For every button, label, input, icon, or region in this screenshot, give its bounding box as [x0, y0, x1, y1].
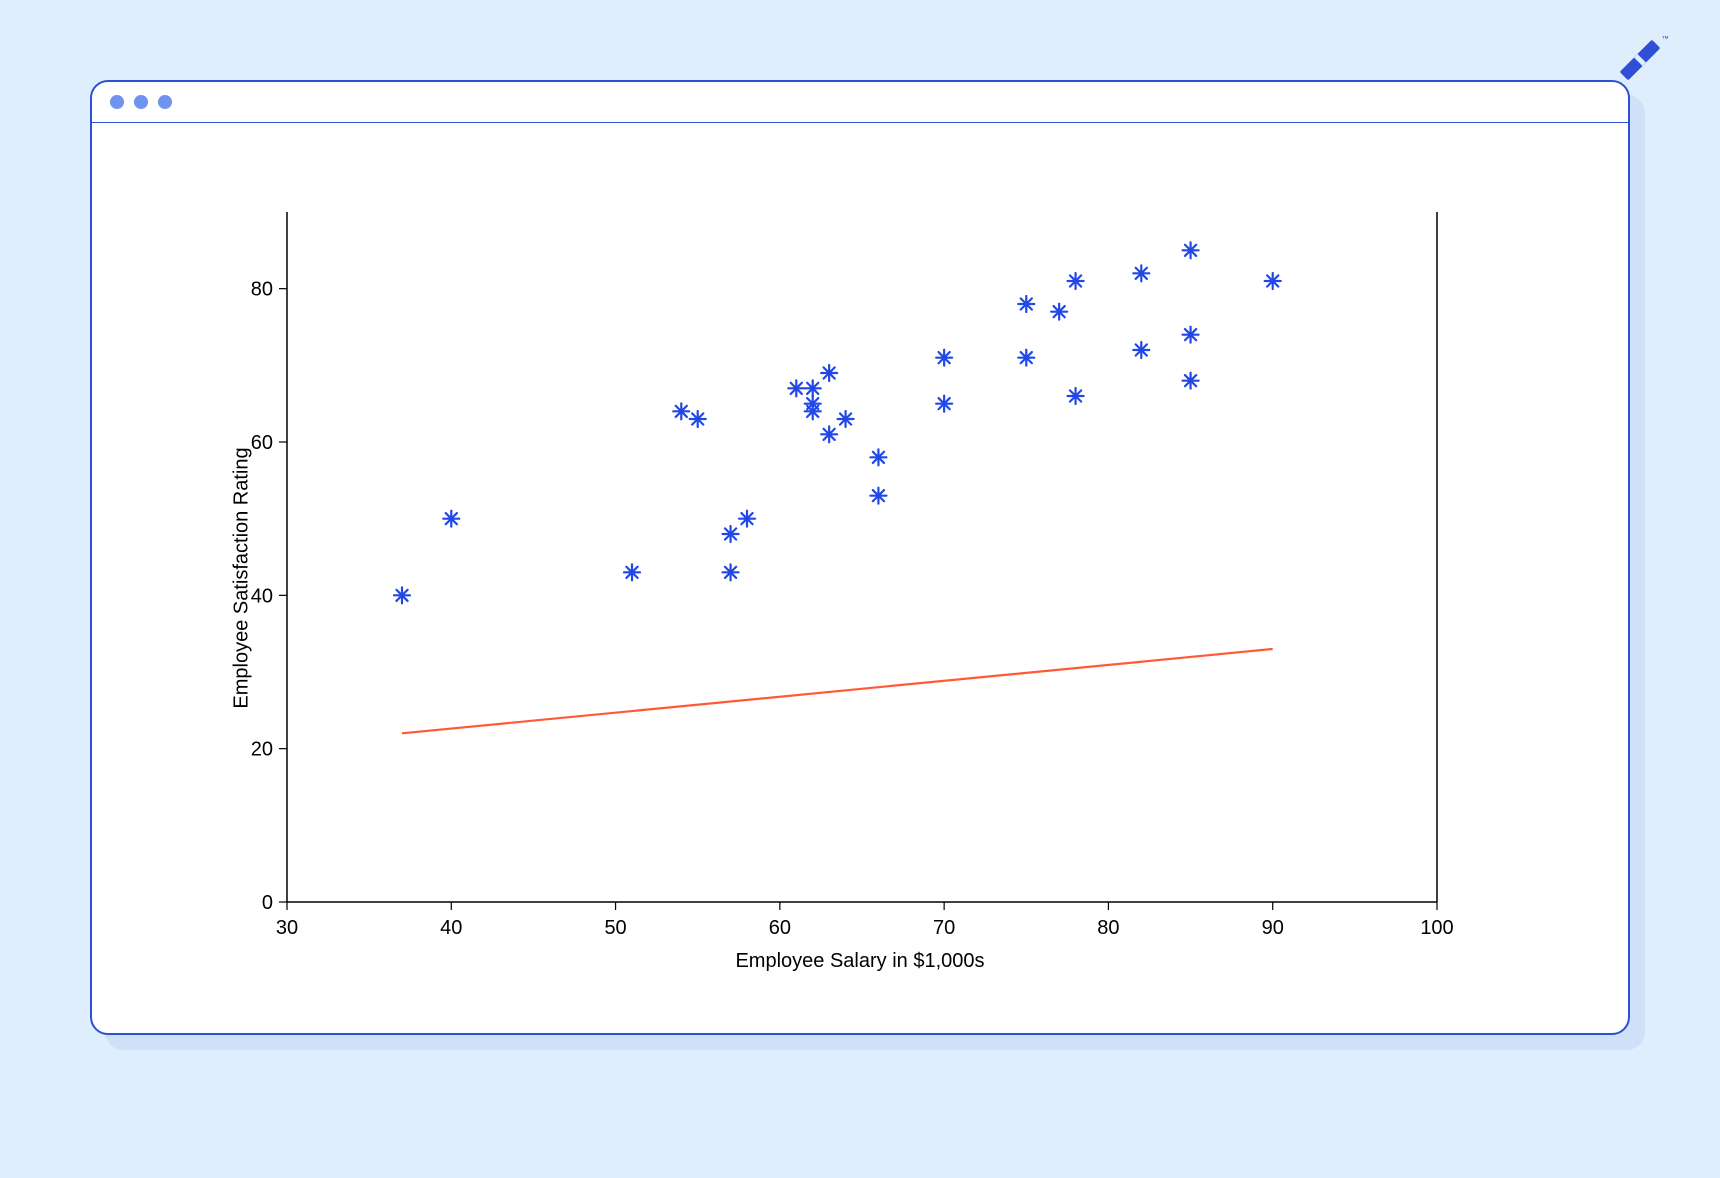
chart-area: 30 40 50 60 70 80 90 100 0 20 40 60 80 Employee Sati… — [92, 122, 1628, 1033]
scatter-point — [1133, 265, 1149, 281]
y-tick-label: 80 — [251, 279, 273, 301]
x-tick-label: 80 — [1097, 917, 1119, 939]
trademark-symbol: ™ — [1662, 34, 1669, 43]
scatter-point — [1183, 373, 1199, 389]
trend-line — [402, 649, 1273, 733]
x-tick-label: 100 — [1420, 917, 1453, 939]
x-axis-label: Employee Salary in $1,000s — [92, 950, 1628, 973]
scatter-point — [936, 350, 952, 366]
x-tick-label: 30 — [276, 917, 298, 939]
scatter-point — [821, 365, 837, 381]
scatter-point — [1133, 342, 1149, 358]
chart-window: 30 40 50 60 70 80 90 100 0 20 40 60 80 Employee Sati… — [90, 80, 1630, 1035]
scatter-point — [1018, 296, 1034, 312]
scatter-point — [1018, 350, 1034, 366]
scatter-point — [1183, 242, 1199, 258]
scatter-point — [673, 403, 689, 419]
scatter-point — [805, 403, 821, 419]
scatter-point — [723, 564, 739, 580]
x-tick-label: 40 — [440, 917, 462, 939]
traffic-light-dot — [134, 95, 148, 109]
scatter-point — [1068, 388, 1084, 404]
y-tick-label: 0 — [262, 892, 273, 914]
scatter-point — [723, 526, 739, 542]
window-titlebar — [92, 82, 1628, 123]
x-tick-label: 60 — [769, 917, 791, 939]
scatter-point — [805, 380, 821, 396]
scatter-point — [838, 411, 854, 427]
scatter-point — [1265, 273, 1281, 289]
scatter-point — [394, 587, 410, 603]
y-axis-label: Employee Satisfaction Rating — [231, 447, 254, 708]
scatter-point — [870, 449, 886, 465]
scatter-point — [788, 380, 804, 396]
x-tick-label: 90 — [1262, 917, 1284, 939]
scatter-chart: 30 40 50 60 70 80 90 100 0 20 40 60 80 — [92, 122, 1628, 1033]
scatter-point — [1051, 304, 1067, 320]
traffic-light-dot — [110, 95, 124, 109]
scatter-point — [690, 411, 706, 427]
traffic-light-dot — [158, 95, 172, 109]
scatter-point — [624, 564, 640, 580]
scatter-point — [1183, 327, 1199, 343]
scatter-point — [739, 511, 755, 527]
y-tick-label: 60 — [251, 432, 273, 454]
scatter-point — [443, 511, 459, 527]
x-tick-label: 50 — [604, 917, 626, 939]
x-tick-label: 70 — [933, 917, 955, 939]
scatter-point — [1068, 273, 1084, 289]
scatter-point — [936, 396, 952, 412]
y-tick-label: 40 — [251, 585, 273, 607]
scatter-point — [821, 426, 837, 442]
scatter-point — [870, 488, 886, 504]
y-tick-label: 20 — [251, 739, 273, 761]
